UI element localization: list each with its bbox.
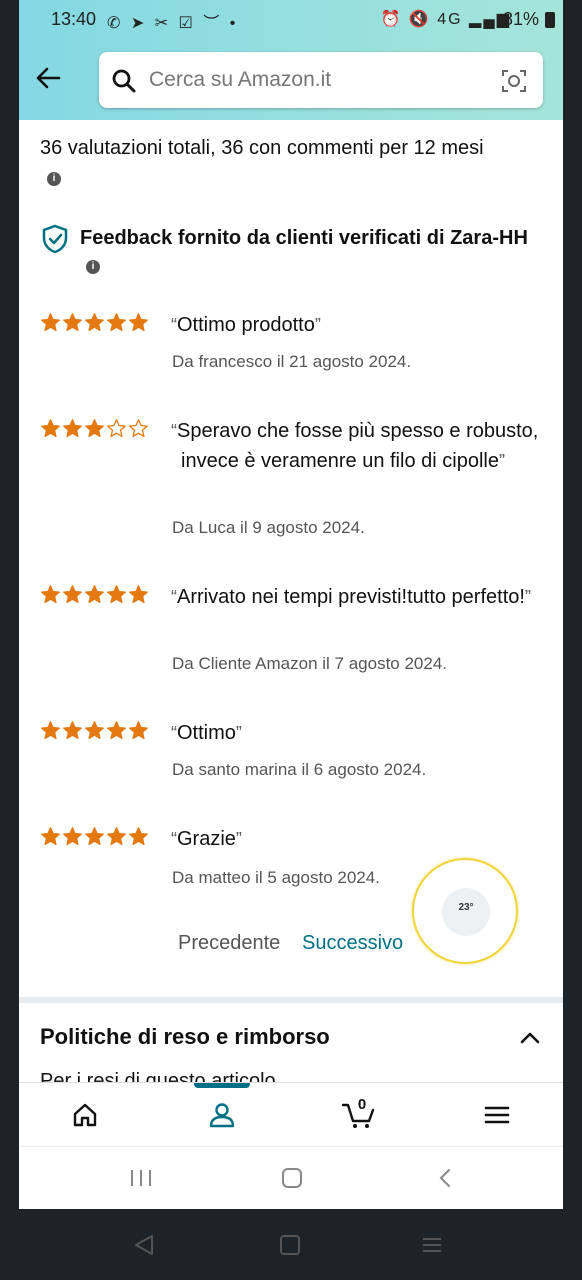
review-text: “Ottimo” <box>171 722 242 744</box>
nav-account[interactable] <box>192 1083 252 1147</box>
star-filled-icon <box>85 721 104 740</box>
star-filled-icon <box>63 313 82 332</box>
review-quote: Arrivato nei tempi previsti!tutto perfet… <box>177 586 525 608</box>
battery-icon <box>545 12 555 28</box>
search-bar[interactable]: Cerca su Amazon.it <box>99 52 543 108</box>
recent-apps-icon[interactable] <box>129 1167 153 1194</box>
phone-screen: 13:40 ✆ ➤ ✂ ☑ ︶ • ⏰ 🔇 4G ▂▄▆ 81% Cerca s… <box>19 0 563 1209</box>
header: 13:40 ✆ ➤ ✂ ☑ ︶ • ⏰ 🔇 4G ▂▄▆ 81% Cerca s… <box>19 0 563 120</box>
return-policy-text: Per i resi di questo articolo <box>40 1070 276 1082</box>
star-filled-icon <box>107 721 126 740</box>
return-policy-title[interactable]: Politiche di reso e rimborso <box>40 1024 330 1050</box>
star-filled-icon <box>41 721 60 740</box>
back-arrow-icon[interactable] <box>33 63 63 93</box>
star-rating <box>40 584 150 606</box>
device-back-icon[interactable] <box>132 1233 156 1262</box>
review-text: “Grazie” <box>171 828 242 850</box>
star-filled-icon <box>85 827 104 846</box>
back-button-icon[interactable] <box>435 1167 457 1194</box>
active-tab-indicator <box>194 1083 250 1088</box>
shield-check-icon <box>40 224 70 254</box>
app-system-navigation <box>19 1146 563 1209</box>
nav-home[interactable] <box>55 1083 115 1147</box>
section-divider <box>19 997 563 1003</box>
user-icon <box>208 1101 236 1129</box>
thermostat-thumbnail: 23° <box>442 888 490 936</box>
search-icon <box>111 68 137 94</box>
cart-icon <box>341 1101 375 1129</box>
review-text: “Arrivato nei tempi previsti!tutto perfe… <box>171 586 531 608</box>
status-bar: 13:40 ✆ ➤ ✂ ☑ ︶ • ⏰ 🔇 4G ▂▄▆ 81% <box>19 0 563 40</box>
star-filled-icon <box>63 419 82 438</box>
star-filled-icon <box>107 313 126 332</box>
star-rating <box>40 720 150 742</box>
bottom-navigation: 0 <box>19 1082 563 1146</box>
device-home-icon[interactable] <box>279 1234 301 1261</box>
star-filled-icon <box>107 585 126 604</box>
review-text: “Ottimo prodotto” <box>171 314 321 336</box>
review-text: “Speravo che fosse più spesso e robusto,… <box>171 420 539 472</box>
system-status-icons: ⏰ 🔇 4G ▂▄▆ <box>380 11 511 28</box>
star-rating <box>40 312 150 334</box>
nav-menu[interactable] <box>467 1083 527 1147</box>
review-author-date: Da francesco il 21 agosto 2024. <box>172 352 412 371</box>
previous-page-button[interactable]: Precedente <box>178 932 280 955</box>
home-button-icon[interactable] <box>281 1167 303 1194</box>
review-author-date: Da Cliente Amazon il 7 agosto 2024. <box>172 654 448 673</box>
info-icon[interactable]: i <box>47 172 61 186</box>
thumbnail-temperature: 23° <box>458 902 474 913</box>
star-filled-icon <box>129 585 148 604</box>
star-filled-icon <box>63 827 82 846</box>
review-quote: Speravo che fosse più spesso e robusto, … <box>177 420 539 472</box>
star-filled-icon <box>129 827 148 846</box>
verified-feedback-text: Feedback fornito da clienti verificati d… <box>80 227 528 249</box>
review-author-date: Da Luca il 9 agosto 2024. <box>172 518 365 537</box>
review-quote: Grazie <box>177 828 236 850</box>
star-filled-icon <box>107 827 126 846</box>
status-time: 13:40 <box>51 9 97 29</box>
next-page-button[interactable]: Successivo <box>302 932 403 955</box>
star-filled-icon <box>63 585 82 604</box>
star-filled-icon <box>129 313 148 332</box>
star-filled-icon <box>85 419 104 438</box>
star-filled-icon <box>85 313 104 332</box>
review-quote: Ottimo <box>177 722 236 744</box>
info-icon[interactable]: i <box>86 259 100 274</box>
star-filled-icon <box>63 721 82 740</box>
nav-cart[interactable]: 0 <box>329 1083 389 1147</box>
home-icon <box>71 1101 99 1129</box>
star-empty-icon <box>129 419 148 438</box>
star-rating <box>40 418 150 440</box>
ratings-summary: 36 valutazioni totali, 36 con commenti p… <box>40 137 484 159</box>
device-menu-icon[interactable] <box>421 1234 443 1261</box>
verified-feedback-heading: Feedback fornito da clienti verificati d… <box>80 224 550 280</box>
hamburger-menu-icon <box>483 1101 511 1129</box>
star-filled-icon <box>41 419 60 438</box>
star-rating <box>40 826 150 848</box>
chevron-up-icon[interactable] <box>519 1030 541 1046</box>
device-navigation-bar <box>0 1209 582 1280</box>
review-author-date: Da santo marina il 6 agosto 2024. <box>172 760 427 779</box>
star-empty-icon <box>107 419 126 438</box>
floating-assistant-button[interactable]: 23° <box>412 858 518 964</box>
star-filled-icon <box>41 313 60 332</box>
star-filled-icon <box>41 827 60 846</box>
review-author-date: Da matteo il 5 agosto 2024. <box>172 868 380 887</box>
review-quote: Ottimo prodotto <box>177 314 315 336</box>
star-filled-icon <box>85 585 104 604</box>
camera-search-icon[interactable] <box>501 68 527 94</box>
star-filled-icon <box>129 721 148 740</box>
search-input[interactable]: Cerca su Amazon.it <box>149 68 331 92</box>
battery-percentage: 81% <box>502 9 539 29</box>
star-filled-icon <box>41 585 60 604</box>
notification-icons: ✆ ➤ ✂ ☑ ︶ • <box>107 15 239 32</box>
